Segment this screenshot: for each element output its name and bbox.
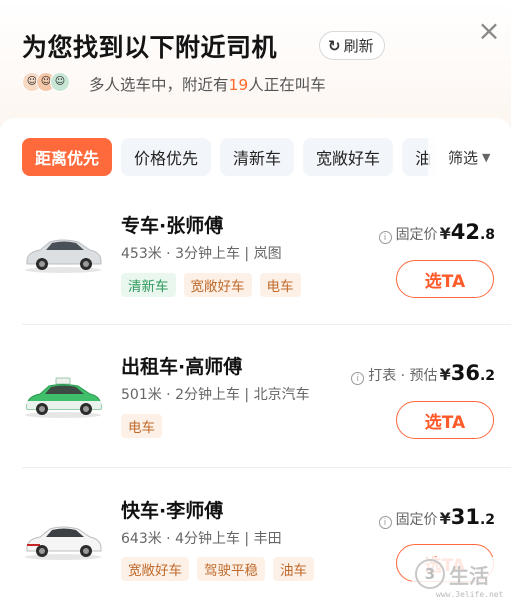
price-integer: 36 — [450, 361, 480, 385]
tag: 宽敞好车 — [183, 273, 252, 297]
driver-meta: 501米 · 2分钟上车 | 北京汽车 — [121, 387, 310, 403]
price-decimal: .2 — [479, 512, 495, 528]
driver-name: 专车·张师傅 — [121, 215, 224, 237]
tab-distance[interactable]: 距离优先 — [22, 138, 113, 176]
watermark-logo: 3 — [415, 559, 445, 589]
refresh-label: 刷新 — [343, 37, 374, 55]
taxi-icon — [25, 377, 102, 418]
tag: 驾驶平稳 — [197, 557, 265, 581]
chevron-down-icon: ▼ — [482, 150, 491, 164]
tag-list: 清新车 宽敞好车 电车 — [121, 273, 301, 297]
price-label: 固定价 — [395, 512, 438, 528]
status-suffix: 人正在叫车 — [248, 76, 326, 94]
driver-name: 快车·李师傅 — [121, 500, 224, 522]
page-title: 为您找到以下附近司机 — [22, 33, 278, 62]
tab-price[interactable]: 价格优先 — [121, 138, 212, 176]
car-icon — [25, 239, 102, 273]
status-count: 19 — [228, 76, 249, 94]
tag: 电车 — [121, 414, 162, 438]
close-icon[interactable]: × — [476, 17, 502, 45]
divider — [22, 467, 511, 468]
tag: 电车 — [259, 273, 301, 297]
price: i 打表 · 预估 ¥ 36 .2 — [351, 361, 495, 385]
driver-name: 出租车·高师傅 — [121, 356, 243, 378]
tag-list: 电车 — [121, 414, 162, 438]
tag: 宽敞好车 — [121, 557, 189, 581]
tag: 清新车 — [121, 273, 176, 297]
price: i 固定价 ¥ 42 .8 — [378, 220, 495, 244]
price-integer: 42 — [450, 220, 480, 244]
price-decimal: .2 — [479, 368, 495, 384]
price-decimal: .8 — [479, 227, 495, 243]
status-prefix: 多人选车中，附近有 — [89, 76, 229, 94]
user-avatars: ☺ ☺ ☺ — [22, 72, 70, 92]
tag: 油车 — [273, 557, 314, 581]
info-icon[interactable]: i — [378, 231, 392, 244]
divider — [22, 324, 511, 325]
currency-symbol: ¥ — [439, 224, 451, 243]
info-icon[interactable]: i — [351, 372, 365, 385]
header-area: 为您找到以下附近司机 ↻ 刷新 × ☺ ☺ ☺ 多人选车中，附近有19人正在叫车 — [0, 0, 511, 125]
info-icon[interactable]: i — [378, 516, 392, 529]
filter-label: 筛选 — [448, 148, 479, 167]
tab-spacious-car[interactable]: 宽敞好车 — [303, 138, 394, 176]
driver-meta: 453米 · 3分钟上车 | 岚图 — [121, 246, 282, 262]
driver-meta: 643米 · 4分钟上车 | 丰田 — [121, 531, 282, 547]
select-driver-button[interactable]: 选TA — [396, 260, 494, 298]
status-text: 多人选车中，附近有19人正在叫车 — [89, 73, 326, 95]
tag-list: 宽敞好车 驾驶平稳 油车 — [121, 557, 314, 581]
car-icon — [25, 526, 102, 560]
price-label: 打表 · 预估 — [368, 368, 438, 384]
tab-fresh-car[interactable]: 清新车 — [220, 138, 295, 176]
price-integer: 31 — [450, 505, 480, 529]
driver-card[interactable]: 专车·张师傅 453米 · 3分钟上车 | 岚图 清新车 宽敞好车 电车 i 固… — [0, 198, 511, 338]
driver-card[interactable]: 出租车·高师傅 501米 · 2分钟上车 | 北京汽车 电车 i 打表 · 预估… — [0, 339, 511, 479]
currency-symbol: ¥ — [439, 509, 451, 528]
tab-bar: 距离优先 价格优先 清新车 宽敞好车 油 — [0, 118, 436, 198]
refresh-button[interactable]: ↻ 刷新 — [319, 31, 385, 60]
refresh-icon: ↻ — [328, 36, 341, 55]
watermark-text: 生活 — [449, 564, 489, 588]
filter-button[interactable]: 筛选 ▼ — [428, 138, 511, 176]
watermark-url: www.3elife.net — [436, 590, 504, 599]
price-label: 固定价 — [395, 227, 438, 243]
driver-panel: 距离优先 价格优先 清新车 宽敞好车 油 筛选 ▼ 专车·张师傅 453米 · … — [0, 118, 511, 600]
select-driver-button[interactable]: 选TA — [396, 401, 494, 439]
currency-symbol: ¥ — [439, 365, 451, 384]
avatar: ☺ — [50, 72, 70, 92]
price: i 固定价 ¥ 31 .2 — [378, 505, 495, 529]
